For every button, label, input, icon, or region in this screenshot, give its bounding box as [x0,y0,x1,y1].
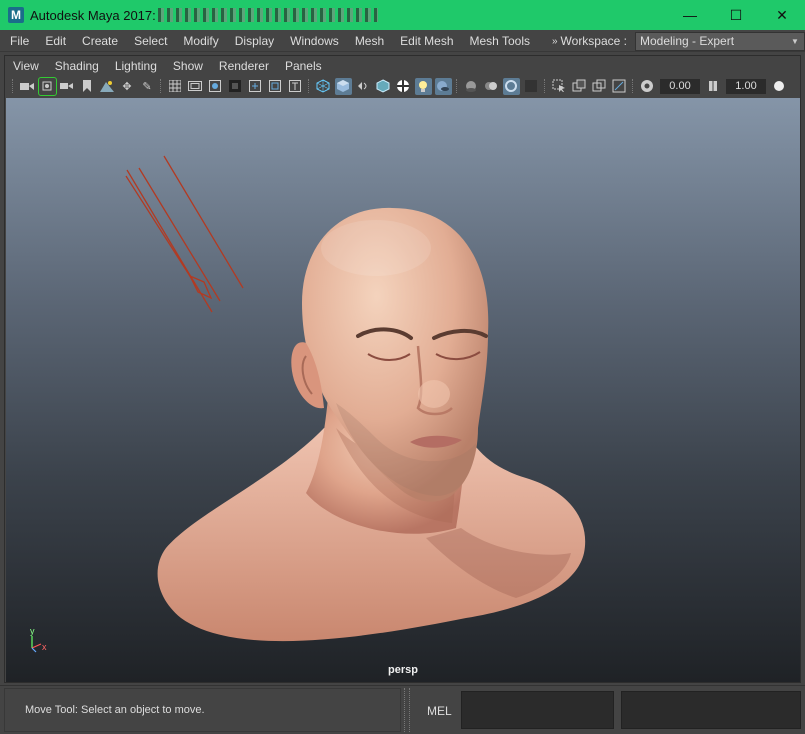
redacted-file-path [157,8,378,22]
xray-components-icon[interactable] [611,78,628,95]
menu-display[interactable]: Display [227,30,282,52]
toolbar-separator [456,79,458,93]
menu-edit-mesh[interactable]: Edit Mesh [392,30,461,52]
panel-menu-renderer[interactable]: Renderer [211,59,277,73]
view-axis-indicator: y x [26,626,56,656]
panel-menu-shading[interactable]: Shading [47,59,107,73]
panel-toolbar: ✥ ✎ 0.00 1.00 [5,76,800,96]
isolate-select-icon[interactable] [551,78,568,95]
close-button[interactable]: ✕ [759,0,805,30]
panel-menu-panels[interactable]: Panels [277,59,330,73]
gamma-field[interactable]: 1.00 [726,78,766,94]
view-transform-icon[interactable] [771,78,788,95]
safe-action-icon[interactable] [267,78,284,95]
workspace-value: Modeling - Expert [640,34,735,48]
maya-logo-icon: M [8,7,24,23]
exposure-field[interactable]: 0.00 [660,78,700,94]
window-title: Autodesk Maya 2017: [30,7,156,23]
safe-title-icon[interactable] [287,78,304,95]
menu-mesh[interactable]: Mesh [347,30,392,52]
menu-modify[interactable]: Modify [175,30,226,52]
textured-icon[interactable] [395,78,412,95]
default-material-icon[interactable] [355,78,372,95]
command-result-field [621,691,801,729]
field-chart-icon[interactable] [247,78,264,95]
toolbar-separator [160,79,162,93]
toolbar-separator [12,79,14,93]
panel-menu-show[interactable]: Show [165,59,211,73]
perspective-viewport[interactable]: y x persp [6,98,800,682]
model-panel: View Shading Lighting Show Renderer Pane… [4,55,801,683]
film-gate-icon[interactable] [187,78,204,95]
gate-mask-icon[interactable] [227,78,244,95]
camera-attributes-icon[interactable] [59,78,76,95]
scene-render [125,155,586,642]
menu-select[interactable]: Select [126,30,175,52]
resolution-gate-icon[interactable] [207,78,224,95]
double-chevron-icon[interactable]: » [552,36,558,47]
help-line: Move Tool: Select an object to move. [4,688,401,732]
directional-light-icon [125,155,244,313]
2d-pan-zoom-icon[interactable]: ✥ [119,78,136,95]
panel-menu-view[interactable]: View [5,59,47,73]
shadows-icon[interactable] [434,77,452,95]
axis-y-label: y [30,626,35,636]
toolbar-separator [632,79,634,93]
grid-icon[interactable] [167,78,184,95]
bookmark-icon[interactable] [79,78,96,95]
wireframe-on-shaded-icon[interactable] [375,78,392,95]
image-plane-icon[interactable] [99,78,116,95]
exposure-icon[interactable] [639,78,656,95]
smooth-shade-icon[interactable] [334,77,352,95]
multisample-aa-icon[interactable] [502,77,520,95]
grease-pencil-icon[interactable]: ✎ [139,78,156,95]
title-bar: M Autodesk Maya 2017: — ☐ ✕ [0,0,805,30]
motion-blur-icon[interactable] [483,78,500,95]
panel-menu-lighting[interactable]: Lighting [107,59,165,73]
window-controls: — ☐ ✕ [667,0,805,30]
lock-camera-icon[interactable] [37,76,57,96]
workspace-switcher: » Workspace : Modeling - Expert ▼ [552,30,805,52]
xray-joints-icon[interactable] [591,78,608,95]
main-menubar: File Edit Create Select Modify Display W… [0,30,805,52]
use-all-lights-icon[interactable] [414,77,432,95]
workspace-label: Workspace : [560,34,627,48]
chevron-down-icon: ▼ [791,36,799,46]
menu-file[interactable]: File [0,30,37,52]
menu-create[interactable]: Create [74,30,126,52]
command-language-toggle[interactable]: MEL [427,704,452,718]
camera-icon[interactable] [19,78,36,95]
toolbar-separator [544,79,546,93]
menu-windows[interactable]: Windows [282,30,347,52]
camera-name-label: persp [388,664,418,676]
depth-of-field-icon[interactable] [523,78,540,95]
maximize-button[interactable]: ☐ [713,0,759,30]
gamma-icon[interactable] [705,78,722,95]
axis-x-label: x [42,642,47,652]
menu-mesh-tools[interactable]: Mesh Tools [462,30,538,52]
panel-menubar: View Shading Lighting Show Renderer Pane… [5,56,800,76]
screen-space-ao-icon[interactable] [463,78,480,95]
status-bar: Move Tool: Select an object to move. MEL [0,685,805,734]
toolbar-separator [308,79,310,93]
command-line-input[interactable] [461,691,614,729]
menu-edit[interactable]: Edit [37,30,74,52]
xray-icon[interactable] [571,78,588,95]
minimize-button[interactable]: — [667,0,713,30]
wireframe-icon[interactable] [315,78,332,95]
status-grip-handle[interactable] [404,688,410,732]
workspace-dropdown[interactable]: Modeling - Expert ▼ [635,31,805,51]
